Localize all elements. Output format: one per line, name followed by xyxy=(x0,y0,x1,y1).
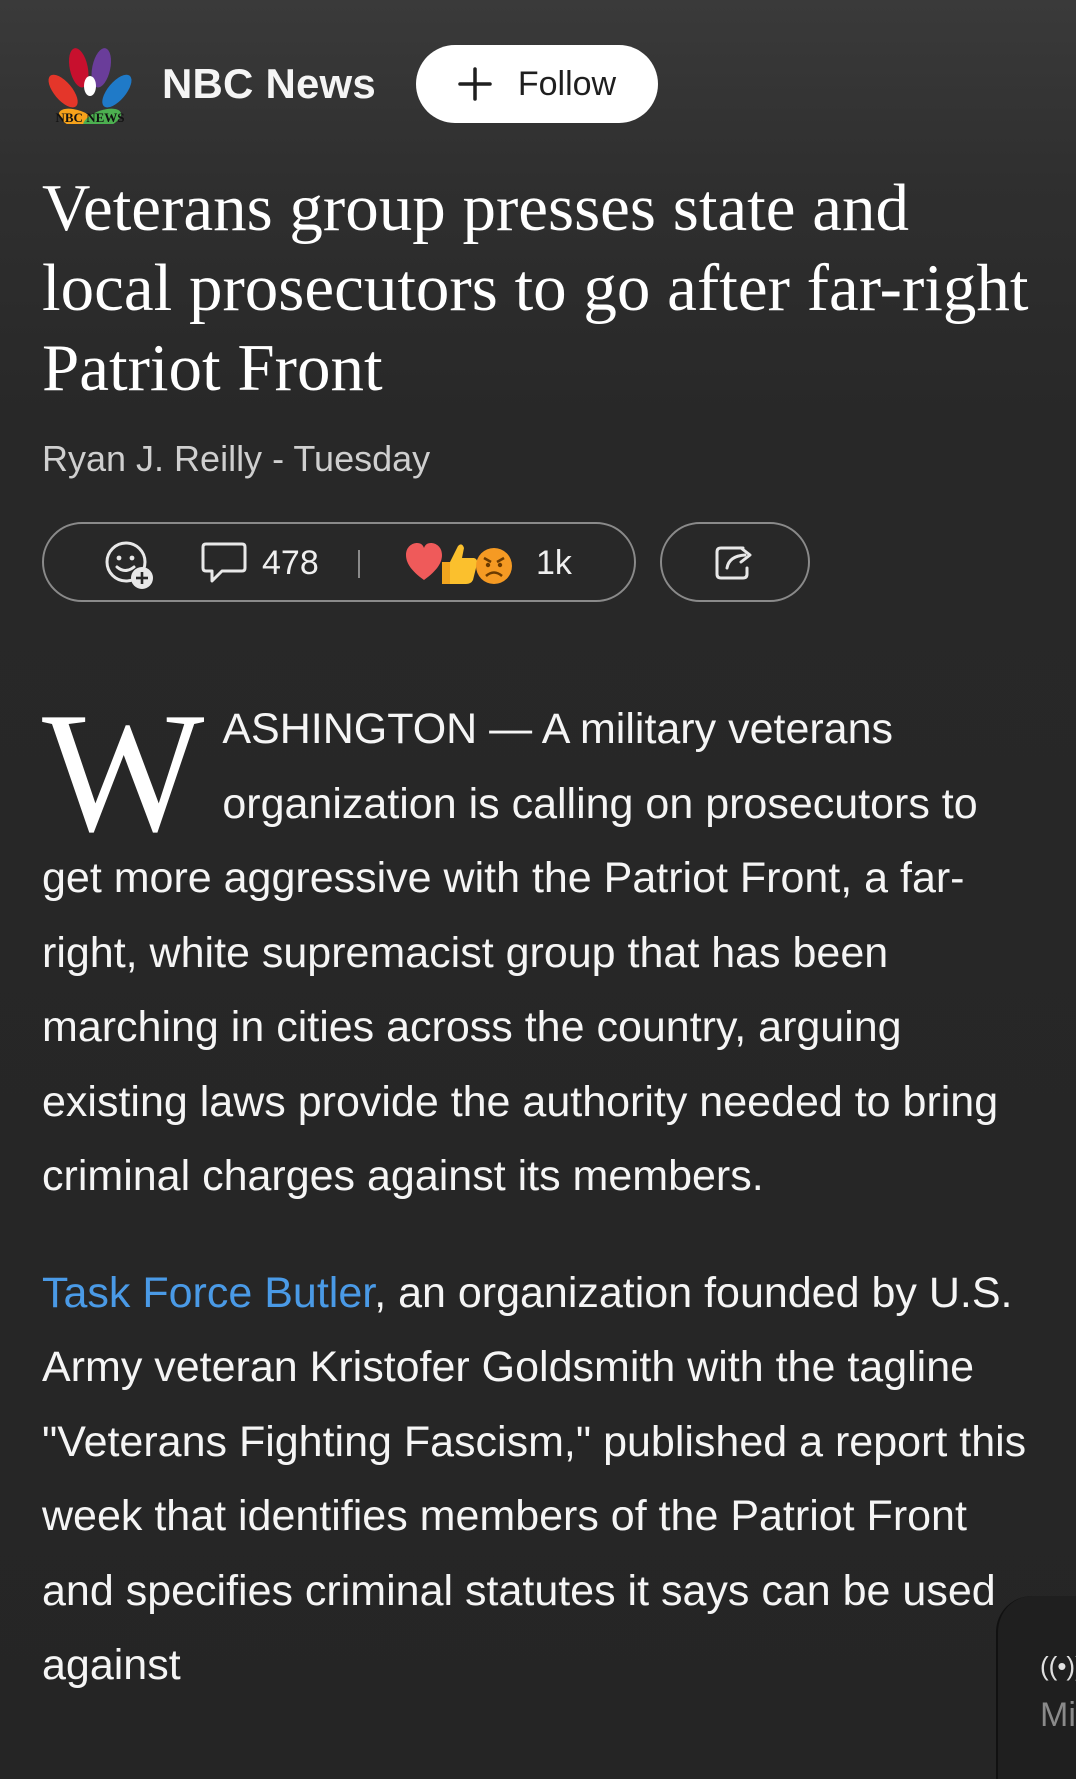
source-name[interactable]: NBC News xyxy=(162,60,376,108)
nbc-peacock-logo[interactable]: NBC NEWS xyxy=(42,44,138,131)
heart-icon xyxy=(406,543,442,580)
task-force-butler-link[interactable]: Task Force Butler xyxy=(42,1269,374,1317)
paragraph-2-text: , an organization founded by U.S. Army v… xyxy=(42,1268,1027,1690)
article-headline: Veterans group presses state and local p… xyxy=(42,171,1029,405)
comments-button[interactable]: 478 xyxy=(200,538,319,588)
article-byline: Ryan J. Reilly - Tuesday xyxy=(42,438,431,479)
drop-cap: W xyxy=(42,678,205,868)
source-header: NBC NEWS NBC News Follow xyxy=(42,44,658,131)
mini-player-label: Mi xyxy=(1040,1696,1076,1734)
comment-count: 478 xyxy=(262,543,319,582)
comment-icon xyxy=(201,542,247,583)
paragraph-1: W ASHINGTON — A military veterans organiz… xyxy=(42,678,1034,1214)
thumbs-up-icon xyxy=(442,544,478,584)
share-icon xyxy=(715,546,752,580)
follow-label: Follow xyxy=(517,64,617,103)
plus-icon xyxy=(458,67,492,101)
article-body: W ASHINGTON — A military veterans organiz… xyxy=(42,678,1034,1745)
angry-face-icon xyxy=(476,548,512,584)
mini-player-widget[interactable]: ((•)) Mi xyxy=(996,1596,1076,1779)
share-button[interactable] xyxy=(660,522,810,602)
reactions-button[interactable]: 1k xyxy=(404,536,572,590)
add-reaction-icon xyxy=(105,541,153,589)
reaction-count: 1k xyxy=(536,543,572,582)
engagement-bar: 478 1k xyxy=(42,522,636,602)
logo-text: NBC NEWS xyxy=(56,110,125,124)
broadcast-icon: ((•)) xyxy=(1040,1651,1076,1681)
follow-button[interactable]: Follow xyxy=(415,45,658,123)
paragraph-2: Task Force Butler, an organization found… xyxy=(42,1256,1034,1703)
reaction-emojis xyxy=(406,543,512,584)
engagement-divider xyxy=(358,550,360,578)
add-reaction-button[interactable] xyxy=(104,540,154,590)
